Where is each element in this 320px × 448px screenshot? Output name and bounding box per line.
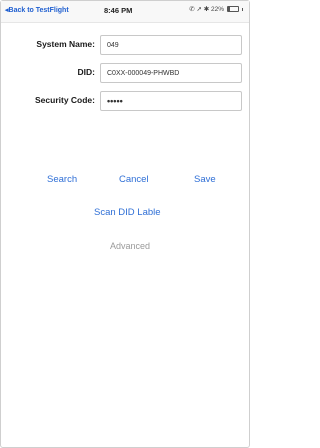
security-code-input[interactable] [100, 91, 242, 111]
advanced-button[interactable]: Advanced [110, 241, 150, 251]
battery-tip [242, 7, 243, 11]
security-code-row: Security Code: [1, 91, 249, 111]
system-name-row: System Name: [1, 35, 249, 55]
scan-did-label-button[interactable]: Scan DID Lable [94, 207, 161, 218]
did-input[interactable] [100, 63, 242, 83]
battery-level-fill [228, 7, 231, 11]
status-time: 8:46 PM [104, 6, 133, 15]
security-code-label: Security Code: [35, 95, 95, 105]
search-button[interactable]: Search [47, 174, 77, 185]
battery-icon [227, 6, 239, 12]
back-to-testflight-link[interactable]: ◂Back to TestFlight [5, 6, 69, 14]
did-label: DID: [77, 67, 95, 77]
system-name-label: System Name: [36, 39, 95, 49]
status-icons-text: ✆ ➚ ✱ 22% [189, 6, 224, 13]
system-name-input[interactable] [100, 35, 242, 55]
cancel-button[interactable]: Cancel [119, 174, 149, 185]
save-button[interactable]: Save [194, 174, 216, 185]
status-indicators: ✆ ➚ ✱ 22% [189, 5, 243, 13]
did-row: DID: [1, 63, 249, 83]
status-bar: ◂Back to TestFlight 8:46 PM ✆ ➚ ✱ 22% [1, 1, 249, 23]
app-screen: ◂Back to TestFlight 8:46 PM ✆ ➚ ✱ 22% Sy… [0, 0, 250, 448]
